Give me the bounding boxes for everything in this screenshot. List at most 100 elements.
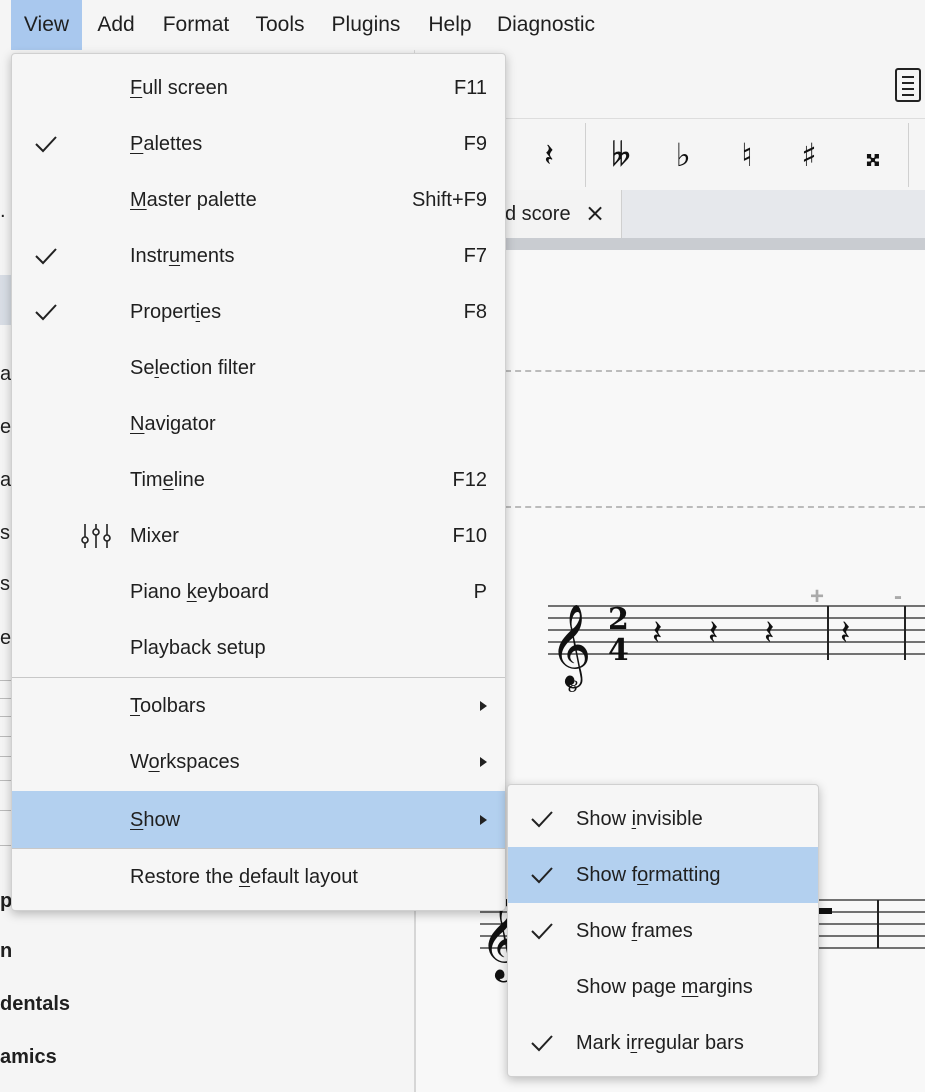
submenu-arrow-icon <box>480 701 487 711</box>
menu-format[interactable]: Format <box>156 0 236 50</box>
submenu-arrow-icon <box>480 757 487 767</box>
menu-add[interactable]: Add <box>88 0 144 50</box>
menu-item-label: Toolbars <box>130 695 206 717</box>
main-toolbar <box>505 50 925 118</box>
irregular-bar-minus: - <box>894 583 902 610</box>
check-icon <box>32 242 60 270</box>
menu-item-playback-setup[interactable]: Playback setup <box>12 620 505 676</box>
frame-boundary <box>505 506 925 508</box>
menu-item-show-frames[interactable]: Show frames <box>508 903 818 959</box>
menu-item-label: Palettes <box>130 133 203 155</box>
toolbar-separator <box>585 123 586 187</box>
menu-item-show-page-margins[interactable]: Show page margins <box>508 959 818 1015</box>
natural-button[interactable]: ♮ <box>717 119 777 191</box>
menu-item-label: Properties <box>130 301 222 323</box>
menu-shortcut: P <box>473 581 487 603</box>
menu-item-mixer[interactable]: Mixer F10 <box>12 508 505 564</box>
frame-boundary <box>505 370 925 372</box>
menu-item-piano-keyboard[interactable]: Piano keyboard P <box>12 564 505 620</box>
menu-item-workspaces[interactable]: Workspaces <box>12 734 505 790</box>
time-signature-top: 2 <box>608 602 629 637</box>
menu-item-show[interactable]: Show <box>12 791 505 849</box>
menu-item-instruments[interactable]: Instruments F7 <box>12 228 505 284</box>
menubar: View Add Format Tools Plugins Help Diagn… <box>0 0 925 50</box>
check-icon <box>528 1029 556 1057</box>
submenu-arrow-icon <box>480 815 487 825</box>
menu-item-label: Mixer <box>130 525 179 547</box>
menu-item-label: Selection filter <box>130 357 256 379</box>
palette-fragment: n <box>0 940 13 962</box>
menu-item-label: Mark irregular bars <box>576 1032 744 1054</box>
score-tab[interactable]: d score × <box>505 190 622 238</box>
palette-fragment: e <box>0 416 12 438</box>
double-flat-button[interactable]: 𝄫 <box>591 119 651 191</box>
palette-fragment: . <box>0 200 6 222</box>
check-icon <box>528 805 556 833</box>
palette-accidentals[interactable]: dentals <box>0 993 70 1016</box>
double-sharp-button[interactable]: 𝄪 <box>843 119 903 191</box>
menu-shortcut: F7 <box>463 245 487 267</box>
menu-item-restore-default-layout[interactable]: Restore the default layout <box>12 849 505 905</box>
score-tab-label: d score <box>505 203 571 225</box>
check-icon <box>528 861 556 889</box>
menu-help[interactable]: Help <box>420 0 480 50</box>
check-icon <box>32 130 60 158</box>
menu-item-navigator[interactable]: Navigator <box>12 396 505 452</box>
menu-item-label: Show page margins <box>576 976 753 998</box>
menu-item-show-formatting[interactable]: Show formatting <box>508 847 818 903</box>
menu-item-label: Instruments <box>130 245 235 267</box>
menu-item-palettes[interactable]: Palettes F9 <box>12 116 505 172</box>
close-icon[interactable]: × <box>585 199 605 227</box>
menu-shortcut: Shift+F9 <box>411 189 487 211</box>
menu-item-properties[interactable]: Properties F8 <box>12 284 505 340</box>
menu-item-label: Piano keyboard <box>130 581 269 603</box>
menu-item-master-palette[interactable]: Master palette Shift+F9 <box>12 172 505 228</box>
check-icon <box>528 917 556 945</box>
palette-fragment: s <box>0 522 10 544</box>
rest-icon: 𝄽 <box>708 613 718 653</box>
menu-item-toolbars[interactable]: Toolbars <box>12 678 505 734</box>
menu-item-label: Show formatting <box>576 864 721 886</box>
note-input-toolbar: 𝄽 𝄫 ♭ ♮ ♯ 𝄪 <box>505 118 925 191</box>
rest-button[interactable]: 𝄽 <box>519 119 579 191</box>
menu-item-label: Master palette <box>130 189 257 211</box>
view-menu: Full screen F11 Palettes F9 Master palette Sh… <box>11 53 506 911</box>
menu-shortcut: F8 <box>463 301 487 323</box>
menu-shortcut: F10 <box>452 525 487 547</box>
rest-icon: 𝄽 <box>652 613 662 653</box>
tab-underline <box>505 238 925 250</box>
rest-icon: 𝄽 <box>840 613 850 653</box>
menu-item-label: Navigator <box>130 413 216 435</box>
treble-clef-icon: 𝄞 <box>550 603 591 688</box>
menu-item-label: Timeline <box>130 469 205 491</box>
score-tab-bar: d score × <box>505 190 925 238</box>
palette-dynamics[interactable]: amics <box>0 1046 57 1069</box>
toolbar-separator <box>908 123 909 187</box>
menu-plugins[interactable]: Plugins <box>324 0 408 50</box>
menu-diagnostic[interactable]: Diagnostic <box>490 0 602 50</box>
menu-shortcut: F9 <box>463 133 487 155</box>
menu-item-label: Restore the default layout <box>130 866 358 888</box>
menu-view[interactable]: View <box>11 0 82 50</box>
menu-item-label: Show frames <box>576 920 693 942</box>
mixer-icon <box>80 522 112 550</box>
rest-icon: 𝄽 <box>764 613 774 653</box>
show-submenu: Show invisible Show formatting Show frames… <box>507 784 819 1077</box>
irregular-bar-plus: + <box>810 583 824 610</box>
menu-shortcut: F11 <box>454 77 487 99</box>
menu-item-label: Playback setup <box>130 637 266 659</box>
menu-item-full-screen[interactable]: Full screen F11 <box>12 60 505 116</box>
score-staff: 𝄞 8 2 4 𝄽 𝄽 𝄽 𝄽 + - <box>548 583 925 696</box>
menu-item-timeline[interactable]: Timeline F12 <box>12 452 505 508</box>
sharp-button[interactable]: ♯ <box>779 119 839 191</box>
menu-item-selection-filter[interactable]: Selection filter <box>12 340 505 396</box>
menu-tools[interactable]: Tools <box>248 0 312 50</box>
menu-item-label: Full screen <box>130 77 228 99</box>
menu-item-show-invisible[interactable]: Show invisible <box>508 791 818 847</box>
time-signature-bottom: 4 <box>608 633 629 668</box>
list-icon[interactable] <box>895 68 921 102</box>
clef-octave-label: 8 <box>568 677 578 696</box>
flat-button[interactable]: ♭ <box>653 119 713 191</box>
menu-item-mark-irregular-bars[interactable]: Mark irregular bars <box>508 1015 818 1071</box>
palette-fragment: e <box>0 627 12 649</box>
